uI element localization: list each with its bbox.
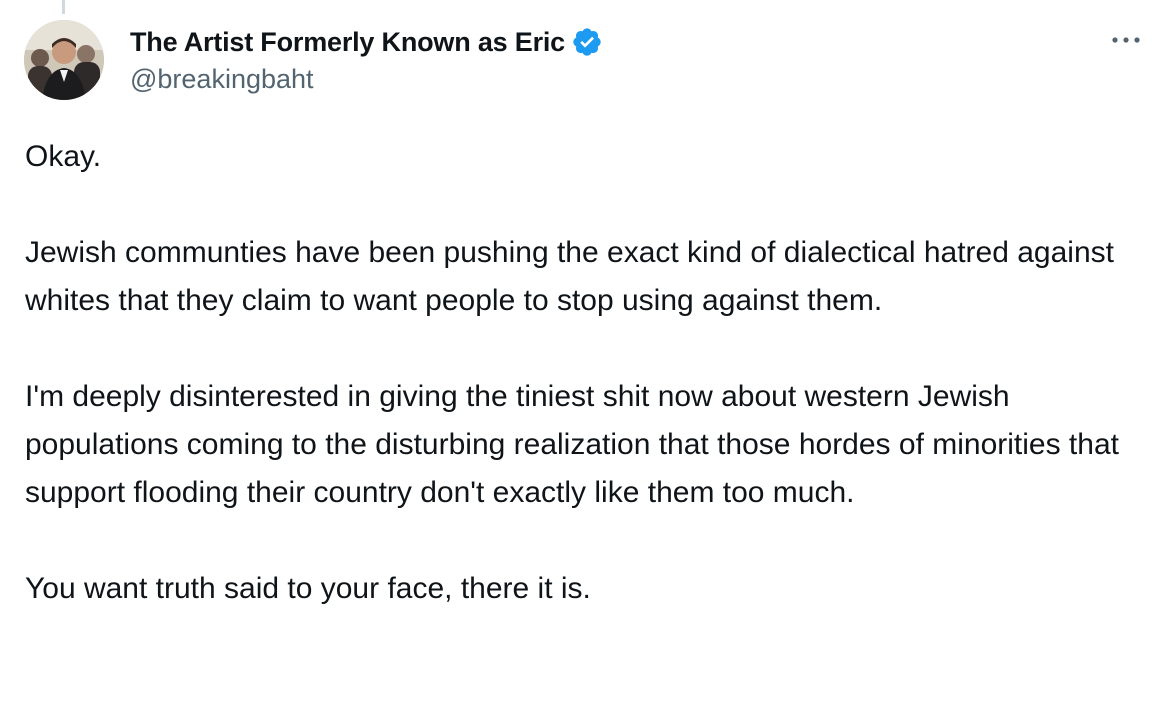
- verified-badge-icon[interactable]: [571, 26, 603, 58]
- tweet-paragraph: Jewish communties have been pushing the …: [25, 236, 1114, 317]
- tweet-header: The Artist Formerly Known as Eric @break…: [24, 20, 1146, 102]
- author-names: The Artist Formerly Known as Eric @break…: [130, 24, 603, 95]
- tweet-text: Okay. Jewish communties have been pushin…: [25, 133, 1155, 613]
- tweet-paragraph: You want truth said to your face, there …: [25, 572, 591, 605]
- display-name-row[interactable]: The Artist Formerly Known as Eric: [130, 24, 603, 60]
- author-handle[interactable]: @breakingbaht: [130, 64, 603, 95]
- tweet-paragraph: Okay.: [25, 140, 102, 173]
- thread-connector-line: [62, 0, 65, 14]
- avatar-photo: [24, 20, 104, 100]
- tweet-paragraph: I'm deeply disinterested in giving the t…: [25, 380, 1119, 509]
- more-horizontal-icon[interactable]: [1106, 24, 1146, 56]
- avatar[interactable]: [24, 20, 104, 100]
- display-name[interactable]: The Artist Formerly Known as Eric: [130, 27, 565, 58]
